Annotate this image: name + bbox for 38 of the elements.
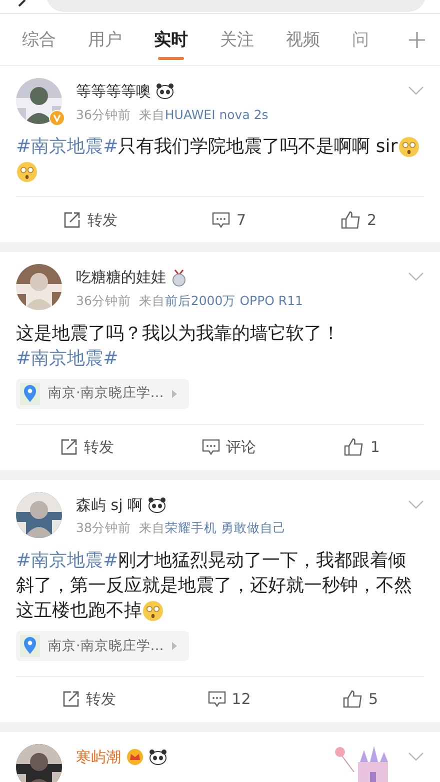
post-text: #南京地震#只有我们学院地震了吗不是啊啊 sir xyxy=(16,134,424,184)
comment-button[interactable]: 评论 xyxy=(202,436,256,458)
source-link[interactable]: 荣耀手机 勇敢做自己 xyxy=(164,519,286,538)
comment-button[interactable]: 7 xyxy=(212,208,246,231)
source-link[interactable]: 前后2000万 OPPO R11 xyxy=(164,292,304,310)
topic-link[interactable]: #南京地震# xyxy=(16,136,118,158)
user-name[interactable]: 森屿 sj 啊 xyxy=(76,494,143,516)
tab[interactable]: 综合 xyxy=(22,28,56,60)
repost-button[interactable]: 转发 xyxy=(63,208,118,231)
user-name[interactable]: 等等等等噢 xyxy=(76,80,151,102)
topic-link[interactable]: #南京地震# xyxy=(16,348,118,368)
topic-link[interactable]: #南京地震# xyxy=(16,550,118,571)
post-time: 38分钟前 xyxy=(76,519,131,537)
post-text: 这是地震了吗？我以为我靠的墙它软了！ #南京地震# xyxy=(16,322,341,370)
tab[interactable]: 视频 xyxy=(286,28,320,60)
location-chip[interactable]: 南京·南京晓庄学… xyxy=(16,378,189,408)
tab[interactable]: 关注 xyxy=(220,28,254,60)
source-label: 来自 xyxy=(138,106,165,124)
location-text: 南京·南京晓庄学… xyxy=(48,384,164,404)
source-link[interactable]: HUAWEI nova 2s xyxy=(164,106,268,124)
location-text: 南京·南京晓庄学… xyxy=(48,636,164,656)
post-text: #南京地震#刚才地猛烈晃动了一下，我都跟着倾斜了，第一反应就是地震了，还好就一秒钟，不然这五楼也跑不掉 xyxy=(16,548,413,623)
like-button[interactable]: 5 xyxy=(342,688,378,710)
like-button[interactable]: 2 xyxy=(340,208,377,231)
repost-button[interactable]: 转发 xyxy=(60,436,114,458)
source-label: 来自 xyxy=(138,519,165,537)
tab[interactable]: 用户 xyxy=(88,28,122,60)
tab[interactable]: 实时 xyxy=(154,28,188,60)
location-chip[interactable]: 南京·南京晓庄学… xyxy=(16,630,189,661)
user-name[interactable]: 寒屿潮 xyxy=(76,746,121,768)
tab[interactable]: 问 xyxy=(352,28,369,60)
user-name[interactable]: 吃糖糖的娃娃 xyxy=(76,266,166,289)
source-label: 来自 xyxy=(138,292,165,310)
post-time: 36分钟前 xyxy=(76,292,131,310)
like-button[interactable]: 1 xyxy=(344,436,380,458)
repost-button[interactable]: 转发 xyxy=(62,688,116,710)
post-time: 36分钟前 xyxy=(76,106,131,124)
comment-button[interactable]: 12 xyxy=(208,688,251,710)
